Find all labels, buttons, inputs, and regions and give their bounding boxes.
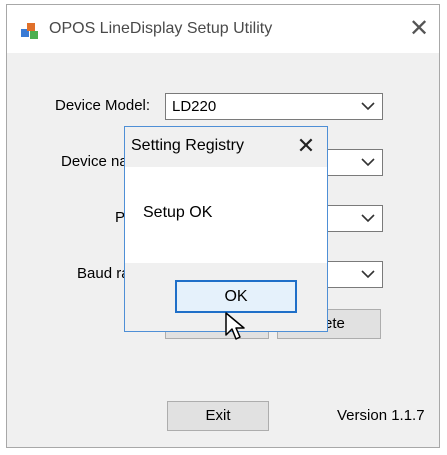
title-bar[interactable]: OPOS LineDisplay Setup Utility ✕ (7, 5, 439, 53)
ok-button-label: OK (224, 288, 248, 305)
dialog-title: Setting Registry (131, 137, 244, 154)
window-close-button[interactable]: ✕ (405, 15, 433, 43)
close-icon: ✕ (408, 15, 430, 42)
close-icon: ✕ (296, 133, 316, 158)
ok-button[interactable]: OK (175, 280, 297, 313)
window-title: OPOS LineDisplay Setup Utility (49, 20, 273, 37)
version-text: Version 1.1.7 (337, 407, 425, 424)
mouse-pointer-icon (225, 312, 245, 340)
exit-button-label: Exit (205, 407, 231, 424)
chevron-down-icon (361, 214, 375, 223)
chevron-down-icon (361, 270, 375, 279)
exit-button[interactable]: Exit (167, 401, 269, 431)
setting-registry-dialog: Setting Registry ✕ Setup OK OK (124, 126, 328, 332)
device-model-value: LD220 (172, 98, 217, 115)
device-name-label: Device na (61, 153, 128, 170)
device-model-label: Device Model: (55, 97, 151, 114)
dialog-body: Setup OK (125, 167, 327, 263)
chevron-down-icon (361, 102, 375, 111)
dialog-close-button[interactable]: ✕ (291, 131, 321, 161)
app-icon (21, 23, 38, 39)
dialog-message: Setup OK (143, 204, 213, 221)
device-model-select[interactable]: LD220 (165, 93, 383, 120)
chevron-down-icon (361, 158, 375, 167)
baud-rate-label: Baud ra (77, 265, 130, 282)
